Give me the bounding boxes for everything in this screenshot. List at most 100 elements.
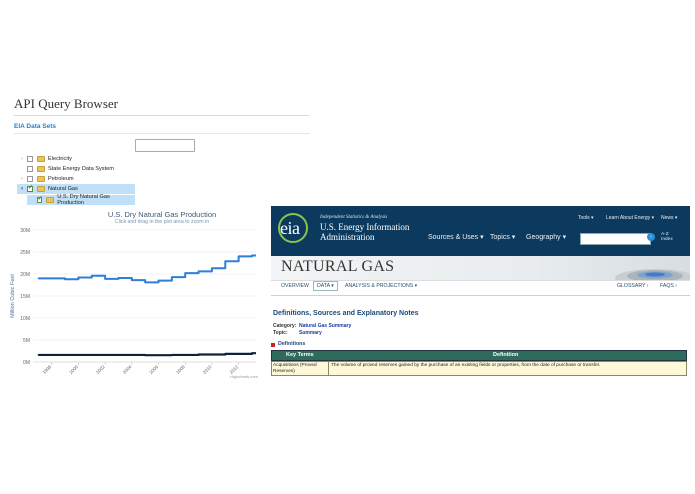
site-search-input[interactable] bbox=[580, 233, 651, 245]
data-point bbox=[184, 272, 186, 274]
x-tick-label: 2002 bbox=[95, 364, 106, 375]
expand-toggle-icon[interactable]: › bbox=[17, 156, 27, 162]
data-point bbox=[64, 354, 66, 356]
checkbox[interactable] bbox=[27, 156, 33, 162]
data-point bbox=[211, 267, 213, 269]
datasets-heading: EIA Data Sets bbox=[14, 123, 57, 130]
x-tick-label: 2000 bbox=[68, 364, 79, 375]
topnav-tools[interactable]: Tools ▾ bbox=[578, 215, 594, 221]
page-title: API Query Browser bbox=[14, 96, 118, 111]
production-chart[interactable]: 0M 5M 10M 15M 20M 25M 30M 1998 2000 2002 2004 2006 2… bbox=[0, 224, 262, 384]
definitions-heading: Definitions bbox=[278, 341, 306, 347]
data-point bbox=[237, 255, 240, 258]
tree-item-label: Electricity bbox=[48, 156, 72, 162]
mainnav-topics[interactable]: Topics ▾ bbox=[490, 233, 515, 241]
data-point bbox=[144, 281, 146, 284]
table-cell-term: Acquisitions (Proved Reserves) bbox=[273, 363, 317, 375]
tree-item-seds[interactable]: State Energy Data System bbox=[17, 164, 114, 174]
y-axis-label: Million Cubic Feet bbox=[10, 274, 16, 318]
org-name-line1: U.S. Energy Information bbox=[320, 222, 410, 232]
data-point bbox=[117, 354, 120, 356]
topic-label: Topic: bbox=[273, 330, 288, 336]
series-icon bbox=[46, 197, 55, 203]
data-point bbox=[171, 354, 173, 356]
data-point bbox=[91, 354, 93, 356]
tree-search-input[interactable] bbox=[135, 139, 195, 152]
x-tick-label: 2006 bbox=[148, 364, 159, 375]
data-point bbox=[157, 279, 160, 282]
data-point bbox=[197, 353, 200, 356]
tab-glossary[interactable]: GLOSSARY › bbox=[617, 283, 649, 289]
data-point bbox=[117, 277, 120, 279]
data-point bbox=[171, 276, 173, 278]
folder-icon bbox=[37, 176, 45, 182]
y-tick-label: 10M bbox=[20, 316, 30, 322]
data-point bbox=[37, 277, 40, 280]
tree-item-natural-gas[interactable]: ▾ Natural Gas bbox=[17, 184, 135, 194]
definitions-table-header bbox=[271, 350, 687, 361]
title-divider bbox=[14, 115, 310, 116]
category-label: Category: bbox=[273, 323, 297, 329]
checkbox[interactable] bbox=[27, 166, 33, 172]
x-tick-label: 2010 bbox=[202, 364, 213, 375]
tree-item-label: State Energy Data System bbox=[48, 166, 114, 172]
y-tick-label: 15M bbox=[20, 294, 30, 300]
tree-item-dry-gas-production[interactable]: U.S. Dry Natural Gas Production bbox=[27, 194, 135, 206]
chart-title: U.S. Dry Natural Gas Production bbox=[107, 210, 217, 219]
section-title: Definitions, Sources and Explanatory Not… bbox=[273, 310, 419, 317]
tree-item-electricity[interactable]: › Electricity bbox=[17, 154, 72, 164]
data-point bbox=[224, 353, 226, 355]
folder-icon bbox=[37, 166, 45, 172]
data-point bbox=[224, 260, 226, 262]
tree-item-label: Natural Gas bbox=[48, 186, 78, 192]
search-icon[interactable]: › bbox=[647, 233, 655, 241]
column-header-key-terms: Key Terms bbox=[286, 352, 314, 358]
series-line-annual bbox=[38, 254, 256, 284]
checkbox[interactable] bbox=[27, 176, 33, 182]
y-tick-label: 25M bbox=[20, 250, 30, 256]
term-line-2: Reserves) bbox=[273, 369, 295, 374]
data-point bbox=[131, 279, 133, 281]
tree-item-label: U.S. Dry Natural Gas Production bbox=[57, 194, 110, 206]
az-index-link[interactable]: A-Z Index bbox=[661, 232, 673, 242]
data-point bbox=[251, 352, 253, 354]
topnav-learn[interactable]: Learn About Energy ▾ bbox=[606, 215, 654, 221]
chart-credit[interactable]: Highcharts.com bbox=[230, 374, 258, 379]
x-tick-label: 1998 bbox=[42, 364, 53, 375]
mainnav-sources[interactable]: Sources & Uses ▾ bbox=[428, 233, 484, 241]
tab-overview[interactable]: OVERVIEW bbox=[281, 283, 309, 289]
tree-item-label: Petroleum bbox=[48, 176, 74, 182]
tab-data[interactable]: DATA ▾ bbox=[313, 281, 338, 291]
category-link[interactable]: Natural Gas Summary bbox=[299, 323, 351, 329]
table-cell-definition: The volume of proved reserves gained by … bbox=[331, 363, 601, 368]
y-tick-label: 0M bbox=[23, 360, 30, 366]
expand-toggle-icon[interactable]: › bbox=[17, 176, 27, 182]
checkbox-checked[interactable] bbox=[36, 195, 42, 203]
tab-faqs[interactable]: FAQS › bbox=[660, 283, 677, 289]
column-header-definition: Definition bbox=[493, 352, 519, 358]
data-point bbox=[37, 354, 40, 356]
site-tagline: Independent Statistics & Analysis bbox=[320, 215, 388, 220]
collapse-toggle-icon[interactable]: ▾ bbox=[17, 186, 27, 192]
y-tick-label: 5M bbox=[23, 338, 30, 344]
index-label: Index bbox=[661, 237, 673, 242]
tab-analysis-projections[interactable]: ANALYSIS & PROJECTIONS ▾ bbox=[345, 283, 417, 289]
eia-logo-text[interactable]: eia bbox=[280, 218, 300, 239]
tree-item-petroleum[interactable]: › Petroleum bbox=[17, 174, 74, 184]
data-point bbox=[77, 276, 80, 279]
topnav-news[interactable]: News ▾ bbox=[661, 215, 677, 221]
y-tick-label: 20M bbox=[20, 272, 30, 278]
data-point bbox=[144, 354, 146, 356]
series-line-monthly bbox=[38, 352, 256, 357]
topic-link[interactable]: Summary bbox=[299, 330, 322, 336]
datasets-divider bbox=[14, 133, 310, 134]
column-divider bbox=[328, 361, 329, 376]
x-tick-label: 2008 bbox=[175, 364, 186, 375]
data-point bbox=[64, 278, 66, 280]
checkbox-checked[interactable] bbox=[27, 184, 33, 192]
data-point bbox=[197, 270, 200, 273]
folder-open-icon bbox=[37, 186, 45, 192]
y-tick-label: 30M bbox=[20, 228, 30, 234]
data-point bbox=[91, 275, 93, 277]
mainnav-geography[interactable]: Geography ▾ bbox=[526, 233, 566, 241]
